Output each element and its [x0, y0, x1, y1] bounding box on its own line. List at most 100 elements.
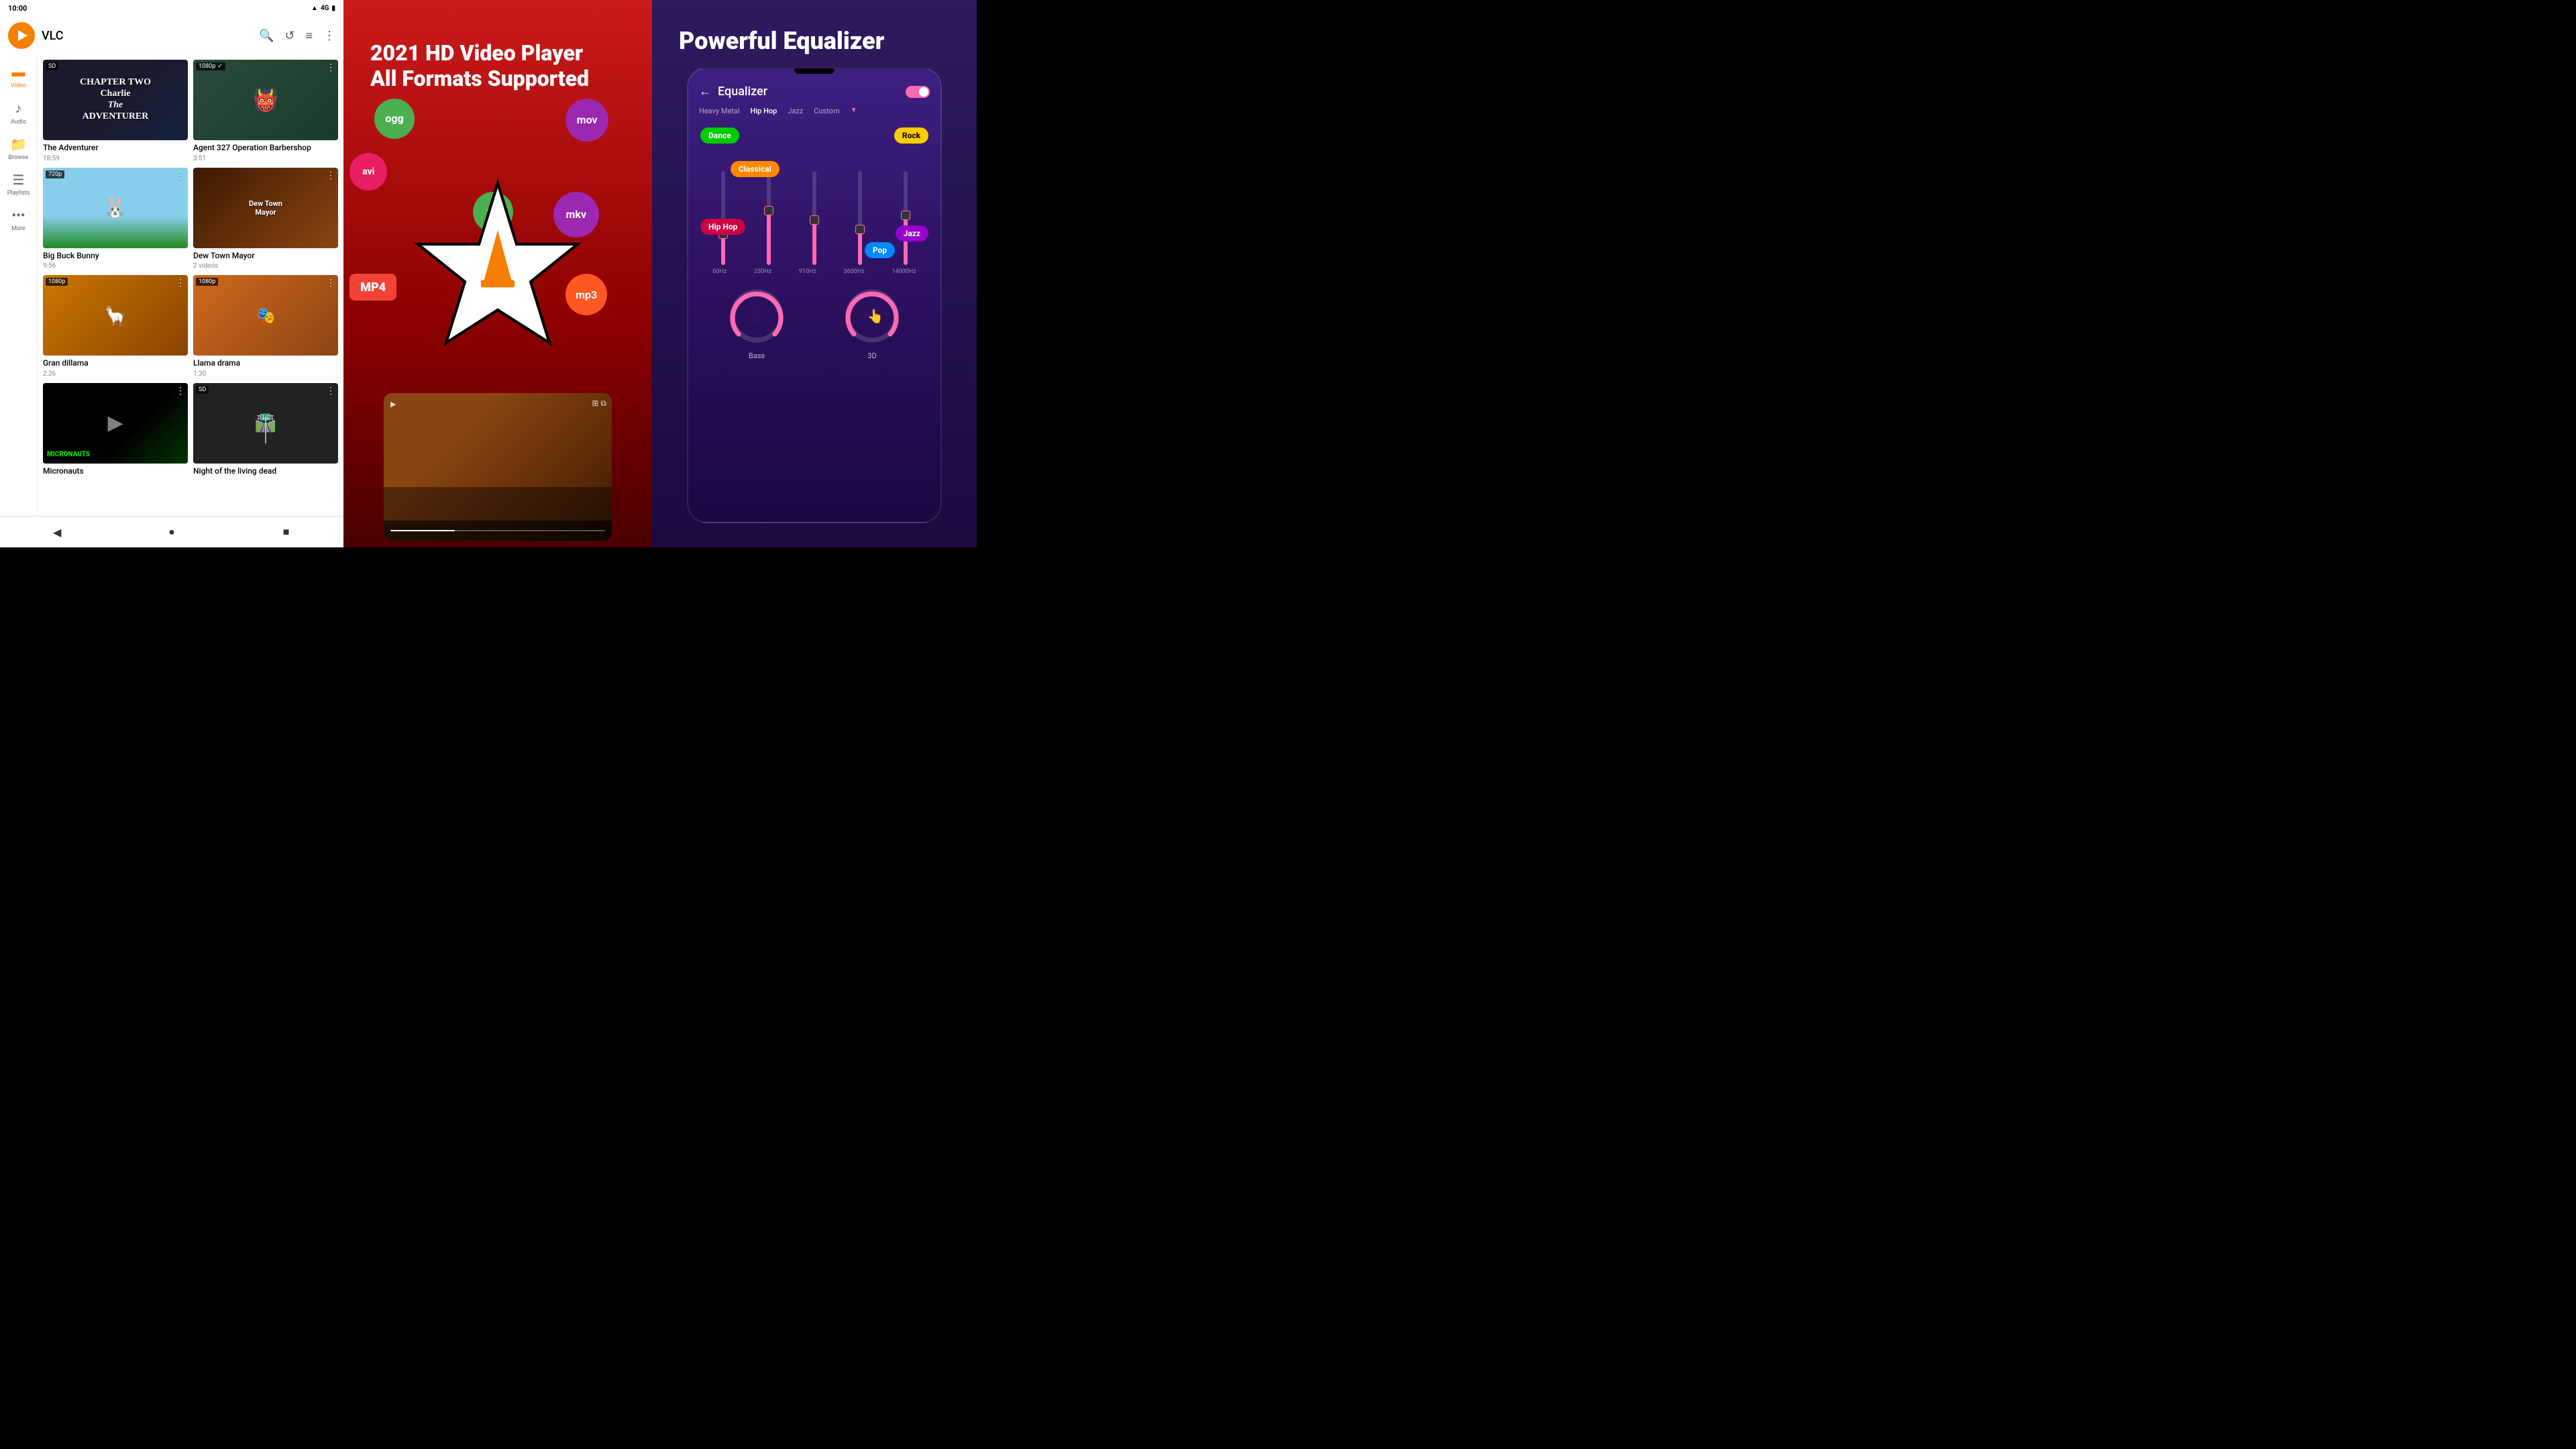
freq-230hz: 230Hz [754, 268, 771, 275]
eq-header: ← Equalizer [688, 74, 941, 104]
video-duration-agent: 3:51 [193, 155, 338, 162]
sidebar-label-video: Video [11, 83, 26, 89]
more-icon-agent[interactable]: ⋮ [326, 62, 335, 73]
playlists-icon: ☰ [13, 172, 25, 188]
eq-slider-230hz [767, 168, 771, 268]
video-card-agent327[interactable]: 👹 1080p✓ ⋮ Agent 327 Operation Barbersho… [193, 60, 338, 162]
sidebar-item-more[interactable]: ••• More [0, 203, 37, 236]
video-title-adventurer: The Adventurer [43, 143, 188, 154]
vlc-play-button[interactable] [8, 22, 35, 49]
preset-hip-hop[interactable]: Hip Hop [751, 107, 777, 115]
video-title-bigbuck: Big Buck Bunny [43, 251, 188, 262]
sort-icon[interactable]: ≡ [305, 29, 313, 43]
eq-toggle[interactable] [906, 86, 930, 98]
video-card-llama[interactable]: 🎭 1080p ⋮ Llama drama 1:30 [193, 275, 338, 378]
more-icon-llama[interactable]: ⋮ [326, 278, 335, 288]
video-card-adventurer[interactable]: CHAPTER TWOCharlieTheADVENTURER SD The A… [43, 60, 188, 162]
more-dots-icon: ••• [11, 207, 25, 223]
eq-sliders [694, 168, 935, 268]
wifi-icon: ▲ [311, 5, 318, 12]
content-area: ▬ Video ♪ Audio 📁 Browse ☰ Playlists •••… [0, 54, 343, 516]
phone-equalizer-mockup: ← Equalizer Heavy Metal Hip Hop Jazz Cus… [687, 67, 942, 523]
eq-freq-labels: 60Hz 230Hz 910Hz 3600Hz 14000Hz [688, 268, 941, 275]
badge-1080p-gran: 1080p [46, 278, 68, 286]
video-icon: ▬ [12, 64, 25, 80]
freq-60hz: 60Hz [712, 268, 727, 275]
preset-custom[interactable]: Custom [814, 107, 839, 115]
video-subtitle-dewtown: 2 videos [193, 262, 338, 270]
eq-header-title: Equalizer [718, 85, 899, 99]
eq-slider-14000hz [904, 168, 908, 268]
right-panel: Powerful Equalizer ← Equalizer Heavy Met… [652, 0, 977, 547]
genre-jazz[interactable]: Jazz [896, 225, 928, 241]
badge-sd: SD [46, 62, 58, 70]
sidebar-item-audio[interactable]: ♪ Audio [0, 96, 37, 129]
battery-icon: ▮ [331, 5, 335, 12]
eq-slider-3600hz [858, 168, 862, 268]
genre-rock[interactable]: Rock [894, 127, 928, 144]
sidebar-label-browse: Browse [9, 154, 29, 161]
more-icon[interactable]: ⋮ [323, 29, 335, 43]
eq-back-button[interactable]: ← [699, 85, 711, 99]
sidebar-label-playlists: Playlists [7, 190, 30, 197]
badge-1080p-llama: 1080p [196, 278, 218, 286]
bass-label: Bass [749, 352, 765, 360]
home-button[interactable]: ● [162, 522, 182, 542]
sidebar-label-audio: Audio [11, 119, 26, 125]
tablet-mockup: ▶ ⊞ ⧉ [384, 393, 612, 541]
video-title-llama: Llama drama [193, 358, 338, 369]
search-icon[interactable]: 🔍 [259, 29, 274, 43]
more-icon-dewtown[interactable]: ⋮ [326, 170, 335, 181]
freq-3600hz: 3600Hz [844, 268, 865, 275]
dropdown-icon[interactable]: ▼ [851, 107, 857, 115]
eq-slider-60hz [721, 168, 725, 268]
sidebar-item-video[interactable]: ▬ Video [0, 60, 37, 93]
vlc-star-overlay [404, 178, 592, 369]
3d-knob[interactable]: 👆 3D [842, 286, 902, 360]
video-title-night: Night of the living dead [193, 466, 338, 477]
video-duration-llama: 1:30 [193, 370, 338, 378]
video-title-gran: Gran dillama [43, 358, 188, 369]
video-card-gran[interactable]: 🦙 1080p ⋮ Gran dillama 2:26 [43, 275, 188, 378]
video-title-agent: Agent 327 Operation Barbershop [193, 143, 338, 154]
video-duration-bigbuck: 9:56 [43, 262, 188, 270]
genre-classical[interactable]: Classical [731, 161, 780, 177]
history-icon[interactable]: ↺ [284, 29, 294, 43]
back-button[interactable]: ◀ [47, 522, 67, 542]
middle-title: 2021 HD Video PlayerAll Formats Supporte… [370, 40, 589, 92]
more-icon-gran[interactable]: ⋮ [176, 278, 185, 288]
bass-knob[interactable]: Bass [727, 286, 787, 360]
signal-icon: 4G [321, 5, 329, 12]
video-grid: CHAPTER TWOCharlieTheADVENTURER SD The A… [38, 54, 343, 516]
sidebar-item-browse[interactable]: 📁 Browse [0, 132, 37, 165]
vlc-panel: 10:00 ▲ 4G ▮ VLC 🔍 ↺ ≡ ⋮ ▬ Video ♪ Audio [0, 0, 343, 547]
genre-pop[interactable]: Pop [865, 242, 895, 258]
video-card-night[interactable]: 🛣️ SD ⋮ Night of the living dead [193, 383, 338, 477]
audio-icon: ♪ [15, 100, 22, 117]
sidebar-item-playlists[interactable]: ☰ Playlists [0, 168, 37, 201]
preset-jazz[interactable]: Jazz [788, 107, 803, 115]
video-card-dewtown[interactable]: Dew TownMayor ⋮ Dew Town Mayor 2 videos [193, 168, 338, 270]
badge-1080p-check: 1080p✓ [196, 62, 225, 70]
bubble-avi: avi [350, 153, 387, 191]
video-title-dewtown: Dew Town Mayor [193, 251, 338, 262]
more-icon-micronauts[interactable]: ⋮ [176, 386, 185, 396]
genre-hiphop[interactable]: Hip Hop [700, 219, 745, 235]
badge-720p: 720p [46, 170, 64, 178]
status-time: 10:00 [8, 4, 27, 13]
bubble-mov: mov [566, 99, 608, 142]
eq-presets: Heavy Metal Hip Hop Jazz Custom ▼ [688, 104, 941, 121]
video-card-micronauts[interactable]: MICRONAUTS ▶ ⋮ Micronauts [43, 383, 188, 477]
badge-sd-night: SD [196, 386, 209, 394]
preset-heavy-metal[interactable]: Heavy Metal [699, 107, 740, 115]
eq-slider-910hz [812, 168, 816, 268]
recent-button[interactable]: ■ [276, 522, 297, 542]
more-icon-bigbuck[interactable]: ⋮ [176, 170, 185, 181]
sidebar: ▬ Video ♪ Audio 📁 Browse ☰ Playlists •••… [0, 54, 38, 516]
more-icon-night[interactable]: ⋮ [326, 386, 335, 396]
video-card-bigbuck[interactable]: 🐰 720p ⋮ Big Buck Bunny 9:56 [43, 168, 188, 270]
video-title-micronauts: Micronauts [43, 466, 188, 477]
genre-dance[interactable]: Dance [700, 127, 739, 144]
svg-text:👆: 👆 [867, 309, 884, 324]
vlc-header: VLC 🔍 ↺ ≡ ⋮ [0, 17, 343, 54]
